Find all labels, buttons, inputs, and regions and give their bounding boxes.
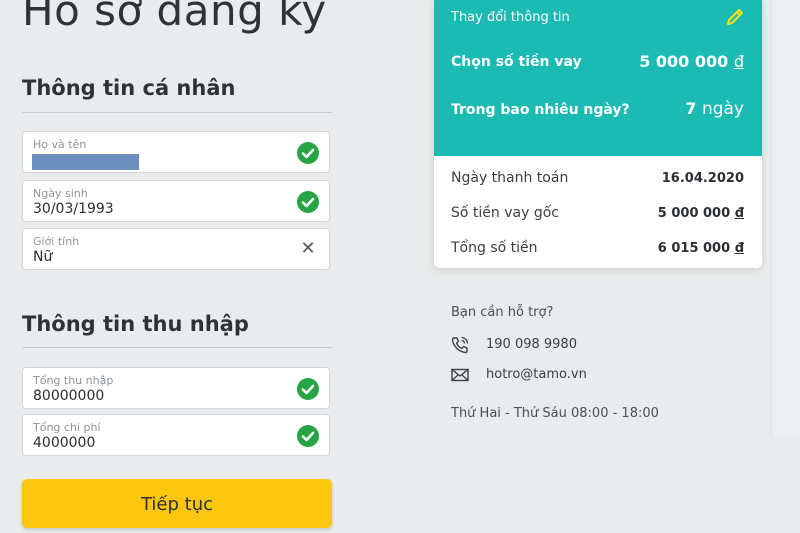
loan-summary-header: Thay đổi thông tin Chọn số tiền vay 5 00…: [434, 0, 762, 156]
income-info-heading: Thông tin thu nhập: [22, 312, 249, 336]
check-circle-icon: [297, 378, 319, 400]
full-name-field[interactable]: Họ và tên: [22, 131, 330, 173]
currency-unit: đ: [734, 241, 744, 256]
loan-days-label: Trong bao nhiêu ngày?: [451, 102, 630, 118]
divider: [22, 347, 332, 348]
dob-label: Ngày sinh: [33, 187, 88, 200]
total-income-label: Tổng thu nhập: [33, 374, 114, 387]
loan-days-number: 7: [685, 99, 697, 118]
total-expense-field[interactable]: Tổng chi phí 4000000: [22, 414, 330, 456]
divider: [22, 112, 332, 113]
loan-amount-value[interactable]: 5 000 000 đ: [639, 52, 744, 71]
close-icon[interactable]: ✕: [297, 238, 319, 260]
dob-field[interactable]: Ngày sinh 30/03/1993: [22, 180, 330, 222]
check-circle-icon: [297, 142, 319, 164]
payment-date-value: 16.04.2020: [661, 171, 744, 186]
loan-summary-card: Thay đổi thông tin Chọn số tiền vay 5 00…: [434, 0, 762, 268]
total-amount-value: 6 015 000 đ: [658, 241, 744, 256]
pencil-icon[interactable]: [724, 6, 746, 28]
personal-info-heading: Thông tin cá nhân: [22, 76, 236, 100]
days-unit: ngày: [701, 99, 744, 119]
principal-value: 5 000 000 đ: [658, 206, 744, 221]
support-email-address: hotro@tamo.vn: [486, 367, 587, 382]
payment-date-label: Ngày thanh toán: [451, 170, 569, 186]
right-panel-edge: [771, 0, 800, 436]
page-title: Hồ sơ đăng ký: [22, 0, 327, 35]
gender-value: Nữ: [33, 249, 53, 265]
currency-unit: đ: [734, 206, 744, 221]
phone-icon: [451, 336, 469, 354]
support-phone-number: 190 098 9980: [486, 337, 577, 352]
continue-button[interactable]: Tiếp tục: [22, 479, 332, 528]
full-name-label: Họ và tên: [33, 138, 87, 151]
loan-amount-number: 5 000 000: [639, 52, 729, 71]
principal-number: 5 000 000: [657, 206, 731, 221]
change-info-link[interactable]: Thay đổi thông tin: [451, 10, 570, 25]
loan-days-value[interactable]: 7 ngày: [685, 99, 744, 119]
full-name-redacted-value: [32, 154, 139, 170]
total-income-field[interactable]: Tổng thu nhập 80000000: [22, 367, 330, 409]
envelope-icon: [451, 366, 469, 384]
principal-label: Số tiền vay gốc: [451, 205, 559, 221]
dob-value: 30/03/1993: [33, 201, 114, 217]
gender-field[interactable]: Giới tính Nữ ✕: [22, 228, 330, 270]
currency-unit: đ: [733, 52, 744, 71]
check-circle-icon: [297, 191, 319, 213]
total-expense-value: 4000000: [33, 435, 96, 451]
gender-label: Giới tính: [33, 235, 80, 248]
loan-amount-label: Chọn số tiền vay: [451, 54, 582, 70]
support-heading: Bạn cần hỗ trợ?: [451, 305, 554, 320]
total-income-value: 80000000: [33, 388, 105, 404]
support-hours: Thứ Hai - Thứ Sáu 08:00 - 18:00: [451, 406, 659, 421]
total-number: 6 015 000: [657, 241, 731, 256]
total-amount-label: Tổng số tiền: [451, 240, 538, 256]
total-expense-label: Tổng chi phí: [33, 421, 101, 434]
check-circle-icon: [297, 425, 319, 447]
